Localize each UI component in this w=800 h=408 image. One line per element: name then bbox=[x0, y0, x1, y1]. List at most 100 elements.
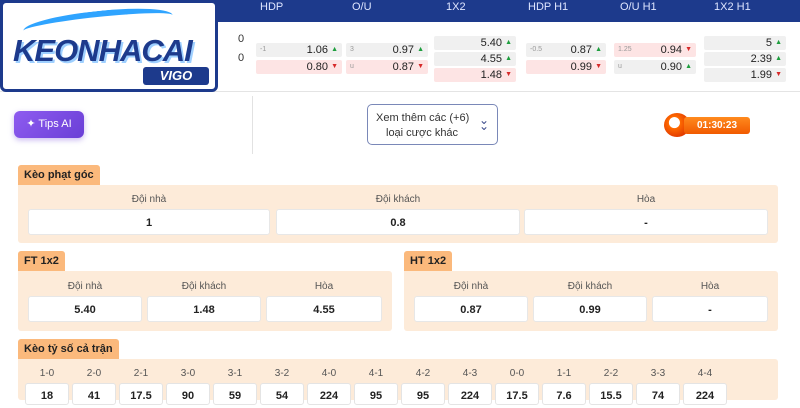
arrow-down-icon: ▼ bbox=[775, 71, 782, 78]
odds-cell-ou-h1-under[interactable]: u 0.90 ▲ bbox=[614, 60, 696, 74]
arrow-up-icon: ▲ bbox=[505, 39, 512, 46]
score-label: 2-2 bbox=[603, 368, 619, 379]
score-odds-box[interactable]: 224 bbox=[307, 383, 351, 405]
divider bbox=[252, 96, 253, 154]
score-odds-box[interactable]: 90 bbox=[166, 383, 210, 405]
corner-label-away: Đội khách bbox=[375, 194, 421, 205]
score-odds-box[interactable]: 18 bbox=[25, 383, 69, 405]
score-label: 3-3 bbox=[650, 368, 666, 379]
score-odds-box[interactable]: 17.5 bbox=[119, 383, 163, 405]
more-bets-button[interactable]: Xem thêm các (+6) loại cược khác ⌄ ⌄ bbox=[367, 104, 498, 145]
timer-text: 01:30:23 bbox=[684, 117, 750, 134]
home-score: 0 bbox=[238, 33, 245, 45]
score-odds-box[interactable]: 74 bbox=[636, 383, 680, 405]
logo-text: KEONHACAI bbox=[13, 33, 193, 68]
odds-cell-ou-h1-over[interactable]: 1.25 0.94 ▼ bbox=[614, 43, 696, 57]
col-hdp-h1: HDP H1 bbox=[528, 1, 569, 13]
ht-label-home: Đội nhà bbox=[453, 281, 489, 292]
arrow-down-icon: ▼ bbox=[331, 63, 338, 70]
score-label: 4-4 bbox=[697, 368, 713, 379]
sparkle-icon: ✦ bbox=[26, 118, 36, 130]
ft-label-draw: Hòa bbox=[314, 281, 334, 292]
corner-value-away[interactable]: 0.8 bbox=[276, 209, 520, 235]
arrow-down-icon: ▼ bbox=[417, 63, 424, 70]
arrow-down-icon: ▼ bbox=[505, 71, 512, 78]
odds-cell-hdp-h1-home[interactable]: -0.5 0.87 ▲ bbox=[526, 43, 606, 57]
score-odds-box[interactable]: 224 bbox=[683, 383, 727, 405]
score-label: 2-1 bbox=[133, 368, 149, 379]
score-label: 4-3 bbox=[462, 368, 478, 379]
arrow-up-icon: ▲ bbox=[685, 63, 692, 70]
tips-ai-button[interactable]: ✦ Tips AI bbox=[14, 111, 84, 138]
ht-panel: Đội nhà Đội khách Hòa 0.87 0.99 - bbox=[404, 271, 778, 331]
col-ou-h1: O/U H1 bbox=[620, 1, 657, 13]
ft-label-away: Đội khách bbox=[181, 281, 227, 292]
corner-label-draw: Hòa bbox=[636, 194, 656, 205]
arrow-down-icon: ▼ bbox=[685, 46, 692, 53]
score-odds-box[interactable]: 95 bbox=[401, 383, 445, 405]
ft-label-home: Đội nhà bbox=[67, 281, 103, 292]
score-label: 0-0 bbox=[509, 368, 525, 379]
score-label: 4-1 bbox=[368, 368, 384, 379]
odds-cell-1x2-h1-draw[interactable]: 2.39 ▲ bbox=[704, 52, 786, 66]
odds-cell-1x2-h1-home[interactable]: 5 ▲ bbox=[704, 36, 786, 50]
ht-value-home[interactable]: 0.87 bbox=[414, 296, 528, 322]
double-chevron-down-icon: ⌄ ⌄ bbox=[478, 113, 489, 133]
score-label: 4-0 bbox=[321, 368, 337, 379]
odds-cell-1x2-h1-away[interactable]: 1.99 ▼ bbox=[704, 68, 786, 82]
score-odds-box[interactable]: 224 bbox=[448, 383, 492, 405]
corner-value-home[interactable]: 1 bbox=[28, 209, 270, 235]
score-odds-box[interactable]: 17.5 bbox=[495, 383, 539, 405]
match-timer: 01:30:23 bbox=[664, 113, 750, 137]
ft-value-home[interactable]: 5.40 bbox=[28, 296, 142, 322]
arrow-up-icon: ▲ bbox=[775, 55, 782, 62]
score-label: 1-0 bbox=[39, 368, 55, 379]
ht-section-title: HT 1x2 bbox=[404, 251, 453, 271]
odds-cell-1x2-home[interactable]: 5.40 ▲ bbox=[434, 36, 516, 50]
away-score: 0 bbox=[238, 52, 245, 64]
odds-cell-1x2-draw[interactable]: 4.55 ▲ bbox=[434, 52, 516, 66]
score-odds-box[interactable]: 15.5 bbox=[589, 383, 633, 405]
col-1x2-h1: 1X2 H1 bbox=[714, 1, 751, 13]
score-label: 1-1 bbox=[556, 368, 572, 379]
site-logo[interactable]: KEONHACAI VIGO bbox=[0, 0, 218, 92]
odds-cell-ou-under[interactable]: u 0.87 ▼ bbox=[346, 60, 428, 74]
odds-cell-ou-over[interactable]: 3 0.97 ▲ bbox=[346, 43, 428, 57]
score-label: 2-0 bbox=[86, 368, 102, 379]
ft-panel: Đội nhà Đội khách Hòa 5.40 1.48 4.55 bbox=[18, 271, 392, 331]
ft-value-draw[interactable]: 4.55 bbox=[266, 296, 382, 322]
ht-label-draw: Hòa bbox=[700, 281, 720, 292]
arrow-up-icon: ▲ bbox=[331, 46, 338, 53]
col-1x2: 1X2 bbox=[446, 1, 466, 13]
odds-cell-hdp-home[interactable]: -1 1.06 ▲ bbox=[256, 43, 342, 57]
arrow-up-icon: ▲ bbox=[417, 46, 424, 53]
arrow-down-icon: ▼ bbox=[595, 63, 602, 70]
score-odds-box[interactable]: 41 bbox=[72, 383, 116, 405]
score-odds-box[interactable]: 59 bbox=[213, 383, 257, 405]
score-odds-box[interactable]: 54 bbox=[260, 383, 304, 405]
corner-value-draw[interactable]: - bbox=[524, 209, 768, 235]
logo-sub: VIGO bbox=[143, 67, 209, 85]
odds-cell-1x2-away[interactable]: 1.48 ▼ bbox=[434, 68, 516, 82]
score-label: 3-1 bbox=[227, 368, 243, 379]
arrow-up-icon: ▲ bbox=[595, 46, 602, 53]
odds-cell-hdp-away[interactable]: 0.80 ▼ bbox=[256, 60, 342, 74]
corner-label-home: Đội nhà bbox=[131, 194, 167, 205]
ft-value-away[interactable]: 1.48 bbox=[147, 296, 261, 322]
score-label: 3-0 bbox=[180, 368, 196, 379]
score-odds-box[interactable]: 95 bbox=[354, 383, 398, 405]
odds-cell-hdp-h1-away[interactable]: 0.99 ▼ bbox=[526, 60, 606, 74]
corner-panel: Đội nhà Đội khách Hòa 1 0.8 - bbox=[18, 185, 778, 243]
ht-value-draw[interactable]: - bbox=[652, 296, 768, 322]
ft-section-title: FT 1x2 bbox=[18, 251, 65, 271]
arrow-up-icon: ▲ bbox=[775, 39, 782, 46]
corner-section-title: Kèo phạt góc bbox=[18, 165, 100, 185]
ht-label-away: Đội khách bbox=[567, 281, 613, 292]
score-odds-box[interactable]: 7.6 bbox=[542, 383, 586, 405]
arrow-up-icon: ▲ bbox=[505, 55, 512, 62]
correct-score-title: Kèo tỷ số cả trận bbox=[18, 339, 119, 359]
col-hdp: HDP bbox=[260, 1, 284, 13]
score-label: 3-2 bbox=[274, 368, 290, 379]
col-ou: O/U bbox=[352, 1, 372, 13]
ht-value-away[interactable]: 0.99 bbox=[533, 296, 647, 322]
